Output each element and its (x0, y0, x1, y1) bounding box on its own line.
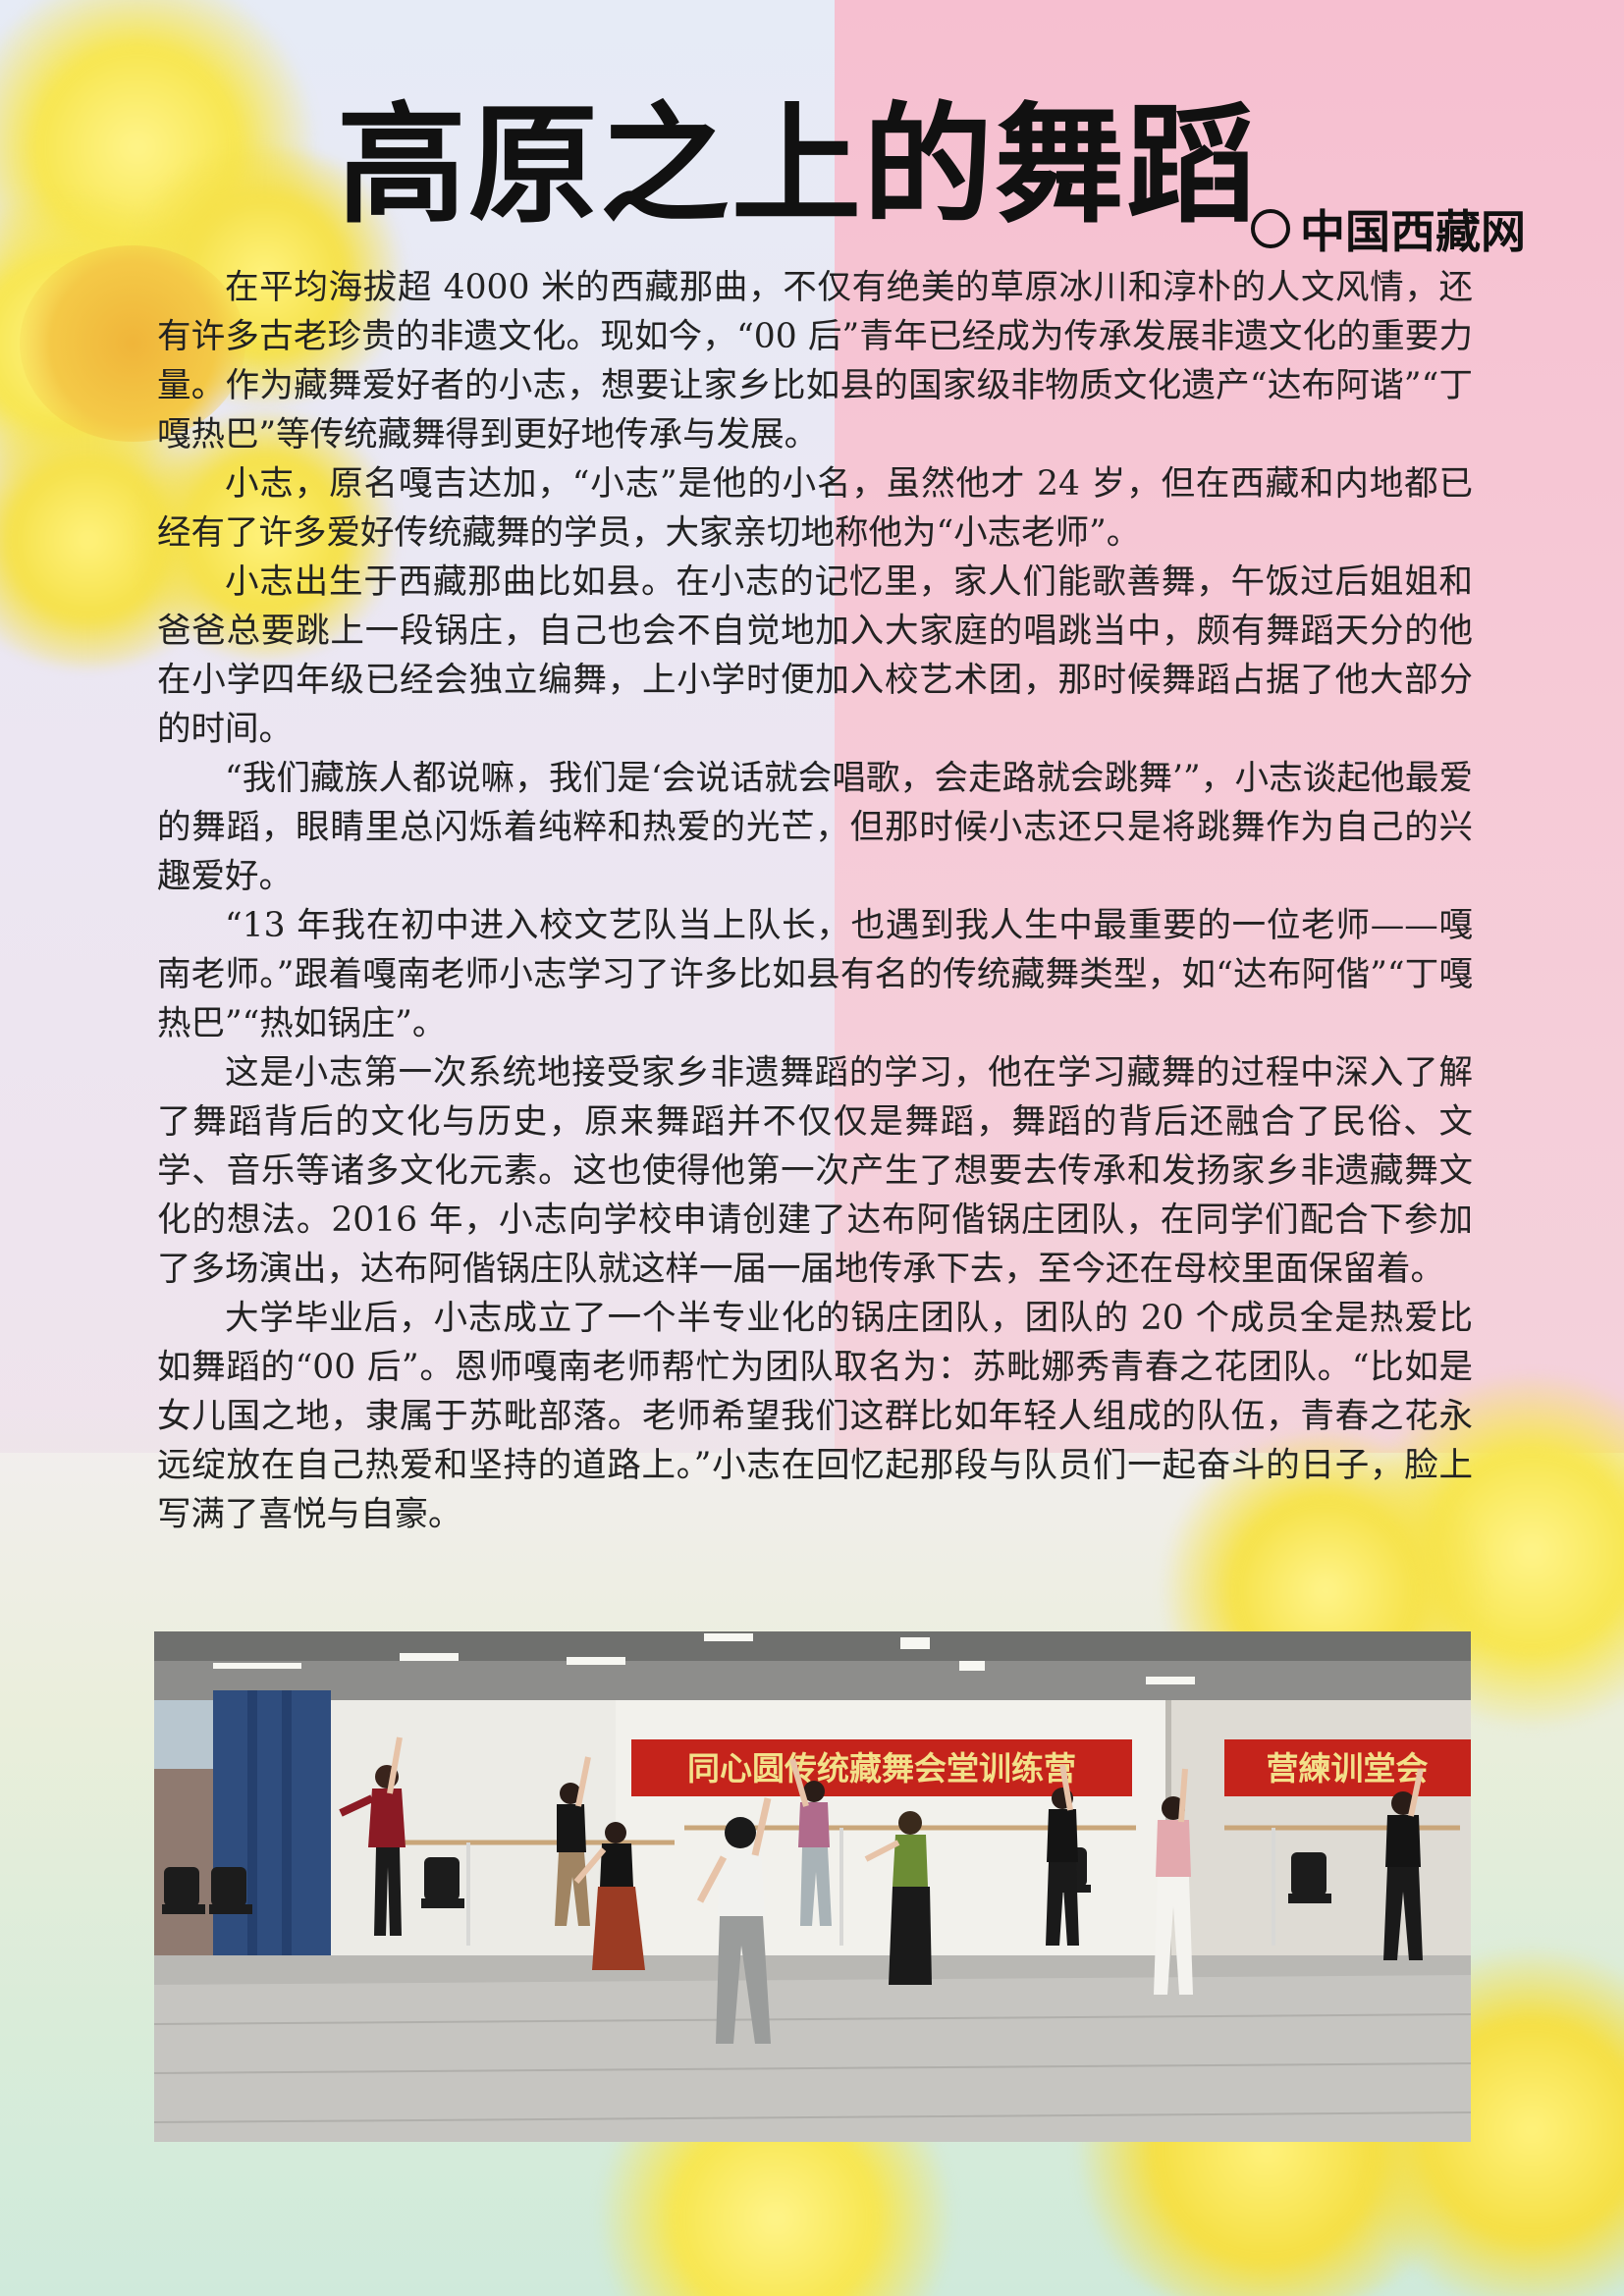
article-paragraph: 在平均海拔超 4000 米的西藏那曲，不仅有绝美的草原冰川和淳朴的人文风情，还有… (157, 268, 1473, 454)
dance-class-photo: 同心圆传统藏舞会堂训练营 营練训堂会 (154, 1631, 1471, 2142)
article-paragraph: “13 年我在初中进入校文艺队当上队长，也遇到我人生中最重要的一位老师——嘎南老… (157, 906, 1473, 1043)
mirror-banner-text: 营練训堂会 (1267, 1749, 1429, 1788)
article-body: 在平均海拔超 4000 米的西藏那曲，不仅有绝美的草原冰川和淳朴的人文风情，还有… (157, 263, 1473, 1539)
source-attribution: 中国西藏网 (1251, 196, 1526, 261)
article-paragraph: “我们藏族人都说嘛，我们是‘会说话就会唱歌，会走路就会跳舞’”，小志谈起他最爱的… (157, 759, 1473, 896)
source-name: 中国西藏网 (1300, 205, 1526, 258)
article-paragraph: 小志出生于西藏那曲比如县。在小志的记忆里，家人们能歌善舞，午饭过后姐姐和爸爸总要… (157, 562, 1473, 749)
article-paragraph: 大学毕业后，小志成立了一个半专业化的锅庄团队，团队的 20 个成员全是热爱比如舞… (157, 1299, 1473, 1534)
banner-text: 同心圆传统藏舞会堂训练营 (687, 1749, 1076, 1788)
article-paragraph: 这是小志第一次系统地接受家乡非遗舞蹈的学习，他在学习藏舞的过程中深入了解了舞蹈背… (157, 1053, 1473, 1289)
article-paragraph: 小志，原名嘎吉达加，“小志”是他的小名，虽然他才 24 岁，但在西藏和内地都已经… (157, 464, 1473, 553)
circle-icon (1251, 209, 1290, 248)
